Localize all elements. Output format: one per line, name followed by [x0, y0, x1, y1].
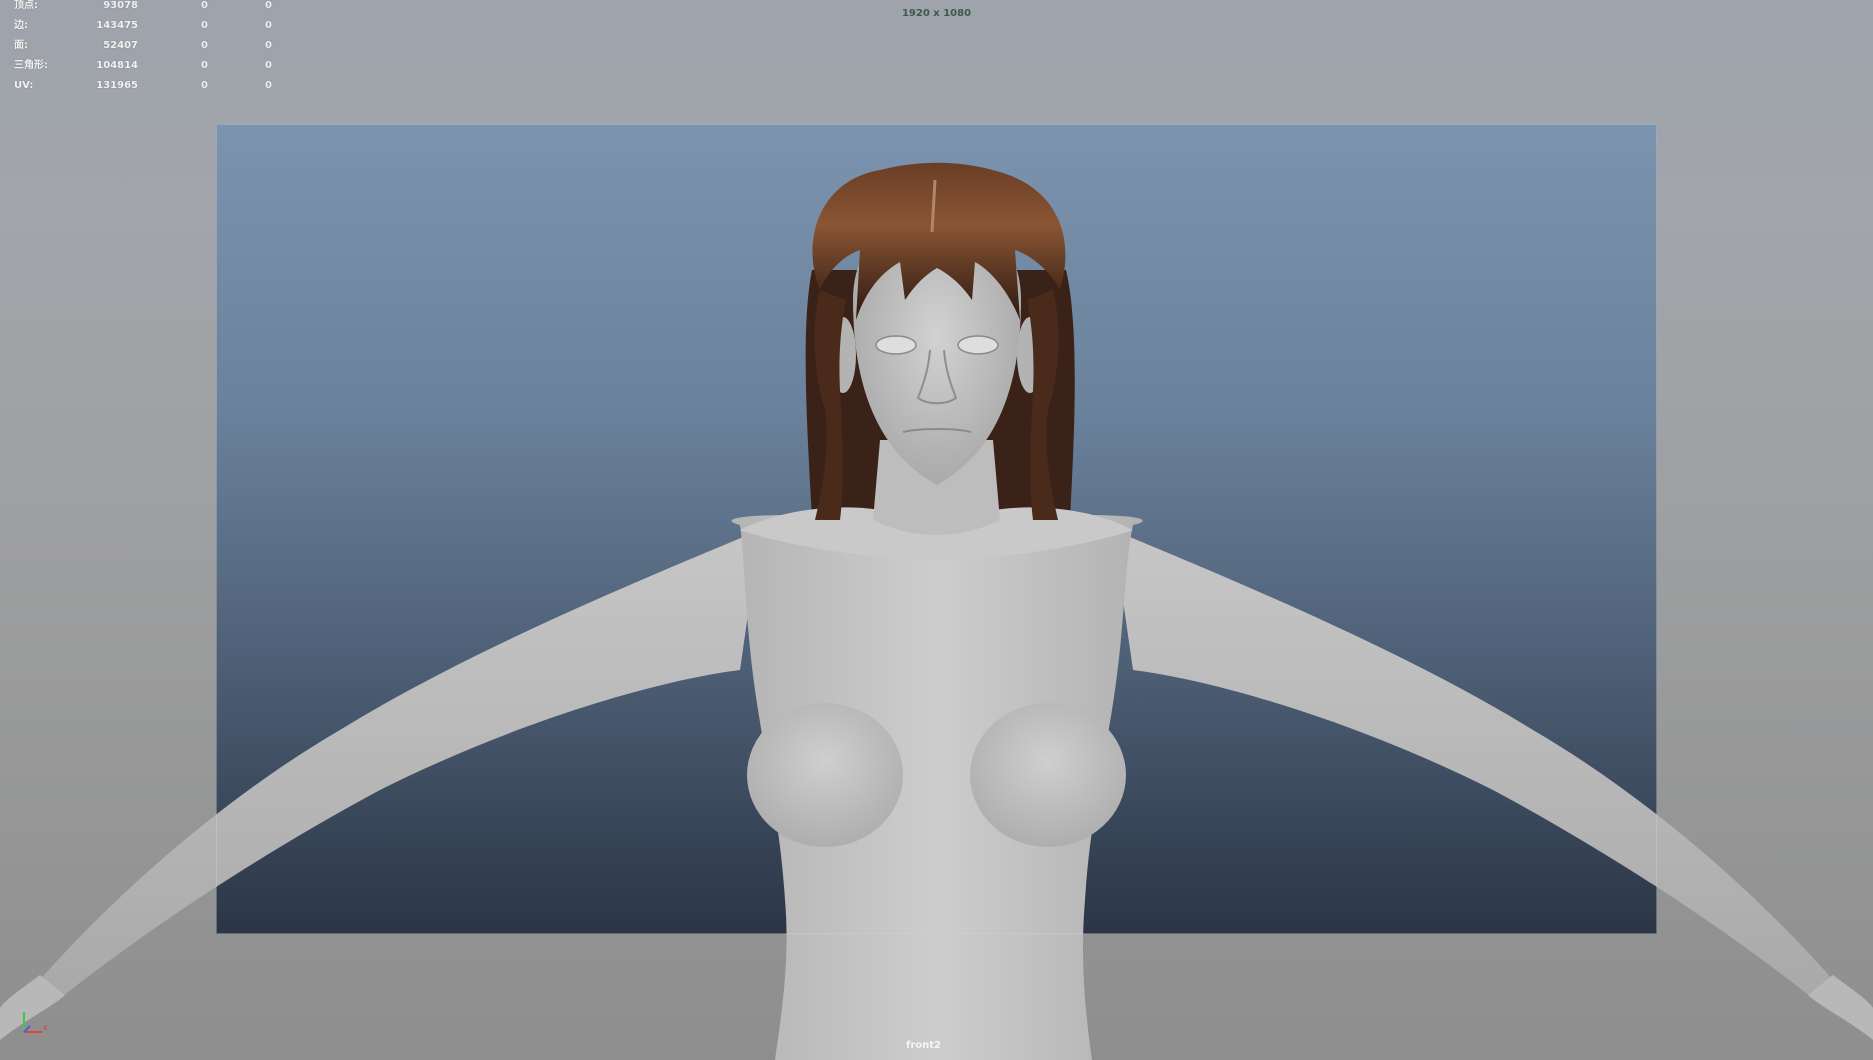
hud-label: UV: — [14, 80, 34, 91]
hud-value: 104814 — [96, 60, 138, 71]
hud-value: 143475 — [96, 20, 138, 31]
hud-value: 0 — [265, 60, 272, 71]
hud-value: 0 — [265, 80, 272, 91]
right-arm — [1113, 530, 1833, 1000]
character-model[interactable] — [0, 0, 1873, 1060]
left-breast — [747, 703, 903, 847]
hud-value: 0 — [201, 80, 208, 91]
left-eye — [875, 335, 917, 355]
hud-label: 边: — [14, 20, 28, 31]
right-eye — [957, 335, 999, 355]
hud-label: 面: — [14, 40, 28, 51]
hud-label: 三角形: — [14, 60, 48, 71]
hud-value: 0 — [201, 40, 208, 51]
hud-value: 52407 — [103, 40, 138, 51]
hud-value: 0 — [201, 20, 208, 31]
left-arm — [40, 530, 760, 1000]
hud-value: 131965 — [96, 80, 138, 91]
hud-value: 0 — [201, 60, 208, 71]
hud-value: 0 — [265, 40, 272, 51]
right-breast — [970, 703, 1126, 847]
hud-value: 0 — [265, 20, 272, 31]
svg-text:x: x — [43, 1023, 48, 1032]
viewport-panel[interactable]: 顶点: 93078 0 0 边: 143475 0 0 面: 52407 0 0… — [0, 0, 1873, 1060]
resolution-label: 1920 x 1080 — [901, 8, 972, 19]
axis-gizmo-icon: x — [23, 1012, 48, 1033]
camera-name-label: front2 — [905, 1040, 941, 1051]
